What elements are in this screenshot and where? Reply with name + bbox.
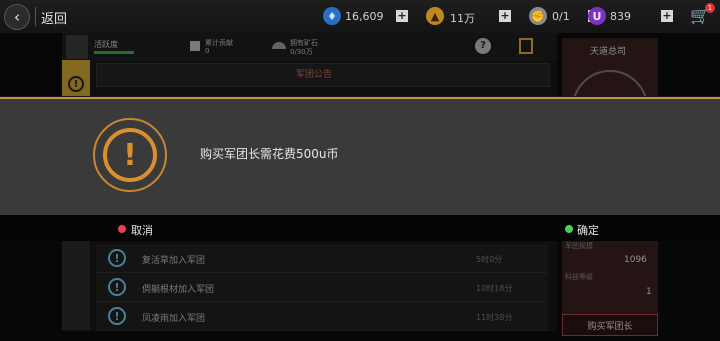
resource-fist-value: 0/1 xyxy=(552,10,570,23)
confirm-label[interactable]: 确定 xyxy=(577,222,599,238)
warning-icon: ! xyxy=(103,128,157,182)
add-ucoin-button[interactable]: + xyxy=(661,10,673,22)
chevron-left-icon: ‹ xyxy=(14,8,20,26)
fist-icon: ✊ xyxy=(529,7,547,25)
resource-gold-value: 11万 xyxy=(450,12,475,25)
confirm-dot-icon xyxy=(565,225,573,233)
resource-water-value: 16,609 xyxy=(345,10,384,23)
cancel-label[interactable]: 取消 xyxy=(131,222,153,238)
back-label[interactable]: 返回 xyxy=(41,8,67,27)
add-water-button[interactable]: + xyxy=(396,10,408,22)
divider xyxy=(35,7,36,26)
u-coin-icon: U xyxy=(588,7,606,25)
cancel-dot-icon xyxy=(118,225,126,233)
gold-ingot-icon: ▲ xyxy=(426,7,444,25)
cart-badge: 1 xyxy=(705,3,715,13)
resource-ucoin-value: 839 xyxy=(610,10,631,23)
dialog-message: 购买军团长需花费500u币 xyxy=(200,147,339,161)
back-button[interactable]: ‹ xyxy=(4,4,30,30)
water-drop-icon: ♦ xyxy=(323,7,341,25)
add-gold-button[interactable]: + xyxy=(499,10,511,22)
